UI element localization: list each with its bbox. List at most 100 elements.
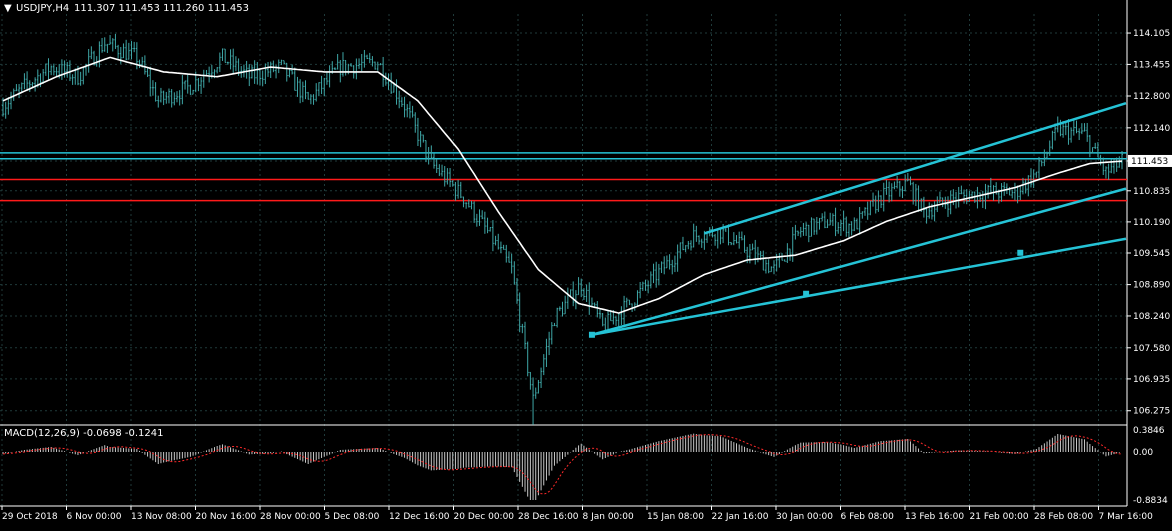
candle-bar [518,292,521,333]
candle-bar [449,168,452,188]
candle-bar [668,254,671,270]
candle-bar [433,153,436,169]
candle-bar [406,104,409,118]
candle-bar [133,41,136,53]
candle-bar [288,68,291,78]
candle-bar [941,197,944,208]
candle-bar [403,96,406,118]
candle-bar [676,244,679,272]
candle-bar [732,232,735,246]
candle-bar [376,61,379,71]
candle-bar [261,70,264,87]
candle-bar [248,64,251,87]
candle-bar [762,250,765,271]
candle-bar [853,217,856,232]
symbol-dropdown-icon[interactable]: ▼ [4,3,12,14]
candle-bar [802,222,805,236]
candle-bar [256,61,259,85]
candle-bar [224,48,227,63]
candle-bar [341,52,344,77]
candle-bar [111,38,114,52]
candle-bar [660,261,663,274]
candle-bar [4,101,7,119]
candle-bar [218,52,221,72]
candle-bar [1070,127,1073,143]
candle-bar [1104,166,1107,179]
candle-bar [505,244,508,263]
candle-bar [529,371,532,390]
grid-layer [0,0,1128,507]
candle-bar [165,91,168,104]
candle-bar [186,74,189,94]
candle-bar [360,54,363,72]
candle-bar [842,210,845,232]
candle-bar [189,84,192,95]
candle-bar [125,39,128,61]
candle-bar [419,130,422,148]
candle-bar [689,240,692,251]
candle-bar [861,211,864,219]
candle-bar [1086,122,1089,142]
candle-bar [15,84,18,92]
time-tick-label: 8 Jan 00:00 [583,512,635,522]
candle-bar [52,63,55,76]
candle-bar [250,64,253,79]
candle-bar [805,222,808,236]
time-tick-label: 7 Mar 16:00 [1099,512,1154,522]
candle-bar [526,341,529,377]
candle-bar [960,185,963,195]
candle-bar [384,72,387,86]
candle-bar [459,181,462,199]
candle-bar [652,263,655,284]
candle-bar [499,241,502,254]
candle-bar [545,338,548,368]
candle-bar [845,216,848,237]
candle-bar [1072,118,1075,136]
candle-bar [82,66,85,85]
candle-bar [815,216,818,235]
candle-bar [965,189,968,205]
price-chart-svg[interactable]: 114.105 113.455 112.800 112.140 111.453 110.8… [0,0,1172,527]
candle-bar [10,91,13,110]
candle-bar [422,134,425,143]
candle-bar [221,48,224,61]
candle-bar [138,59,141,69]
candle-bar [719,227,722,245]
candle-bar [829,212,832,226]
candle-bar [197,78,200,92]
macd-layer [2,433,1123,500]
candle-bar [382,56,385,87]
candle-bar [475,213,478,227]
candle-bar [896,175,899,189]
candle-bar [242,64,245,78]
candle-bar [312,94,315,105]
candle-bar [598,309,601,319]
candle-bar [79,71,82,86]
candle-bar [1107,163,1110,180]
candle-bar [1043,149,1046,167]
candle-bar [550,322,553,345]
candle-bar [176,91,179,103]
price-tick-label: 113.455 [1133,60,1170,70]
current-price-tag-label: 111.453 [1131,157,1168,167]
macd-axis-label: 0.3846 [1133,426,1165,436]
candle-bar [411,105,414,118]
candle-bar [770,266,773,273]
candle-bar [580,278,583,298]
candle-bar [663,256,666,275]
candle-bar [414,112,417,133]
candle-bar [925,207,928,224]
candle-bar [976,186,979,209]
candle-bar [532,377,535,425]
candle-bar [695,225,698,242]
candle-bar [893,181,896,190]
candle-bar [1080,123,1083,135]
candle-bar [296,76,299,97]
chart-window[interactable]: 114.105 113.455 112.800 112.140 111.453 110.8… [0,0,1172,527]
candle-bar [764,259,767,274]
candle-bar [491,220,494,252]
trendline-anchor-marker [1017,249,1024,256]
candle-bar [178,90,181,106]
candle-bar [866,201,869,220]
price-tick-label: 112.800 [1133,92,1170,102]
